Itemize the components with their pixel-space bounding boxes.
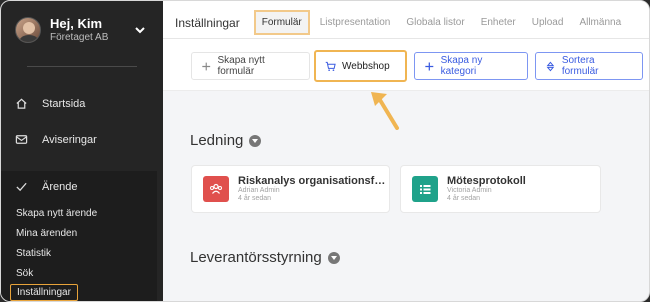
page-title: Inställningar <box>175 15 240 30</box>
action-bar: Skapa nytt formulär Webbshop Skapa ny ka… <box>163 39 649 91</box>
pointer-arrow-icon <box>371 92 399 130</box>
form-card[interactable]: Riskanalys organisationsförän... Adrian … <box>191 165 390 213</box>
sidebar-subitem-stats[interactable]: Statistik <box>16 248 51 259</box>
sidebar-subitem-settings[interactable]: Inställningar <box>10 284 78 301</box>
card-title: Mötesprotokoll <box>447 175 526 188</box>
tab-listpresentation[interactable]: Listpresentation <box>320 17 391 28</box>
tab-upload[interactable]: Upload <box>532 17 564 28</box>
app-window: Hej, Kim Företaget AB Startsida Aviserin… <box>0 0 650 302</box>
sidebar-item-aviseringar[interactable]: Aviseringar <box>15 133 97 146</box>
sidebar-subitem-search[interactable]: Sök <box>16 268 33 279</box>
webshop-button[interactable]: Webbshop <box>314 50 407 82</box>
card-title: Riskanalys organisationsförän... <box>238 175 388 188</box>
group-title-leverantorsstyrning[interactable]: Leverantörsstyrning <box>190 249 340 266</box>
envelope-icon <box>15 135 28 144</box>
card-author: Victoria Admin <box>447 187 492 195</box>
sidebar-subitem-mine[interactable]: Mina ärenden <box>16 228 77 239</box>
chevron-down-icon[interactable] <box>327 251 340 264</box>
tab-formular[interactable]: Formulär <box>253 10 310 35</box>
chevron-down-icon[interactable] <box>249 134 262 147</box>
sidebar-item-label: Startsida <box>42 97 86 110</box>
settings-tabbar: Inställningar Formulär Listpresentation … <box>163 1 649 39</box>
avatar <box>15 17 41 44</box>
plus-icon <box>425 62 434 70</box>
sidebar-item-label: Ärende <box>42 180 78 193</box>
form-card[interactable]: Mötesprotokoll Victoria Admin 4 år sedan <box>400 165 601 213</box>
check-icon <box>16 182 27 192</box>
tab-globala-listor[interactable]: Globala listor <box>406 17 464 28</box>
sidebar-item-label: Aviseringar <box>42 133 97 146</box>
sidebar-item-startsida[interactable]: Startsida <box>15 97 85 110</box>
sidebar: Hej, Kim Företaget AB Startsida Aviserin… <box>1 1 163 301</box>
card-time: 4 år sedan <box>447 195 481 203</box>
sidebar-divider <box>27 66 137 67</box>
user-company: Företaget AB <box>50 31 109 43</box>
tab-allmanna[interactable]: Allmänna <box>579 17 621 28</box>
people-icon <box>203 176 229 202</box>
new-category-button[interactable]: Skapa ny kategori <box>414 52 528 80</box>
card-time: 4 år sedan <box>238 195 272 203</box>
plus-icon <box>202 62 211 70</box>
main-content: Skapa nytt formulär Webbshop Skapa ny ka… <box>163 39 649 301</box>
group-title-ledning[interactable]: Ledning <box>190 132 262 149</box>
sidebar-item-arende[interactable]: Ärende <box>15 180 77 193</box>
user-name: Hej, Kim <box>50 16 103 31</box>
sort-forms-button[interactable]: Sortera formulär <box>535 52 643 80</box>
new-form-button[interactable]: Skapa nytt formulär <box>191 52 310 80</box>
home-icon <box>16 98 27 109</box>
card-author: Adrian Admin <box>238 187 280 195</box>
cart-icon <box>325 61 336 71</box>
list-icon <box>412 176 438 202</box>
sidebar-subitem-new[interactable]: Skapa nytt ärende <box>16 208 97 219</box>
tab-enheter[interactable]: Enheter <box>481 17 516 28</box>
chevron-down-icon[interactable] <box>133 23 147 37</box>
sort-icon <box>546 61 555 71</box>
user-menu[interactable]: Hej, Kim Företaget AB <box>15 16 147 44</box>
